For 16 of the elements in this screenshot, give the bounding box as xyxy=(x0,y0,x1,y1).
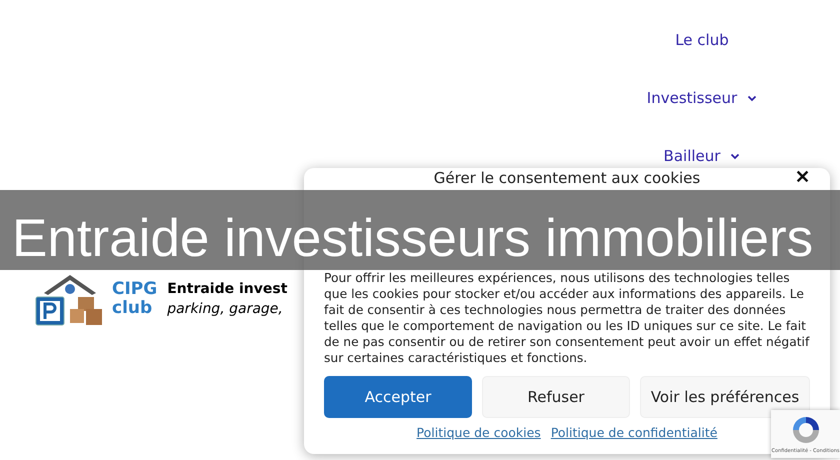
nav-link[interactable]: Bailleur xyxy=(664,146,740,166)
policy-link[interactable]: Politique de cookies xyxy=(416,425,541,440)
dialog-button[interactable]: Voir les préférences xyxy=(640,376,810,418)
dialog-title: Gérer le consentement aux cookies xyxy=(434,170,700,186)
close-button[interactable]: ✕ xyxy=(795,168,810,186)
logo-text: club xyxy=(112,299,154,318)
accept-button[interactable]: Accepter xyxy=(324,376,472,418)
site-tagline: parking, garage, xyxy=(167,301,284,317)
logo-text: CIPG xyxy=(112,280,158,299)
policy-link[interactable]: Politique de confidentialité xyxy=(550,425,718,440)
consent-text: Pour offrir les meilleures expériences, nous utilisons des technologies telles que les cookies pour stocker et/ou accéder aux informations des appareils. Le fait de consentir à ces technologies nous permettra de traiter des données telles que le comportement de navigation ou les ID uniques sur ce site. Le fait de ne pas consentir ou de retirer son consentement peut avoir un effet négatif sur certaines caractéristiques et fonctions. xyxy=(324,270,810,366)
nav-link[interactable]: Investisseur xyxy=(646,88,758,108)
dialog-button[interactable]: Refuser xyxy=(482,376,630,418)
nav-link[interactable]: Le club xyxy=(675,30,729,50)
site-title: Entraide invest xyxy=(167,281,288,297)
page-title: Entraide investisseurs immobiliers xyxy=(12,208,814,270)
